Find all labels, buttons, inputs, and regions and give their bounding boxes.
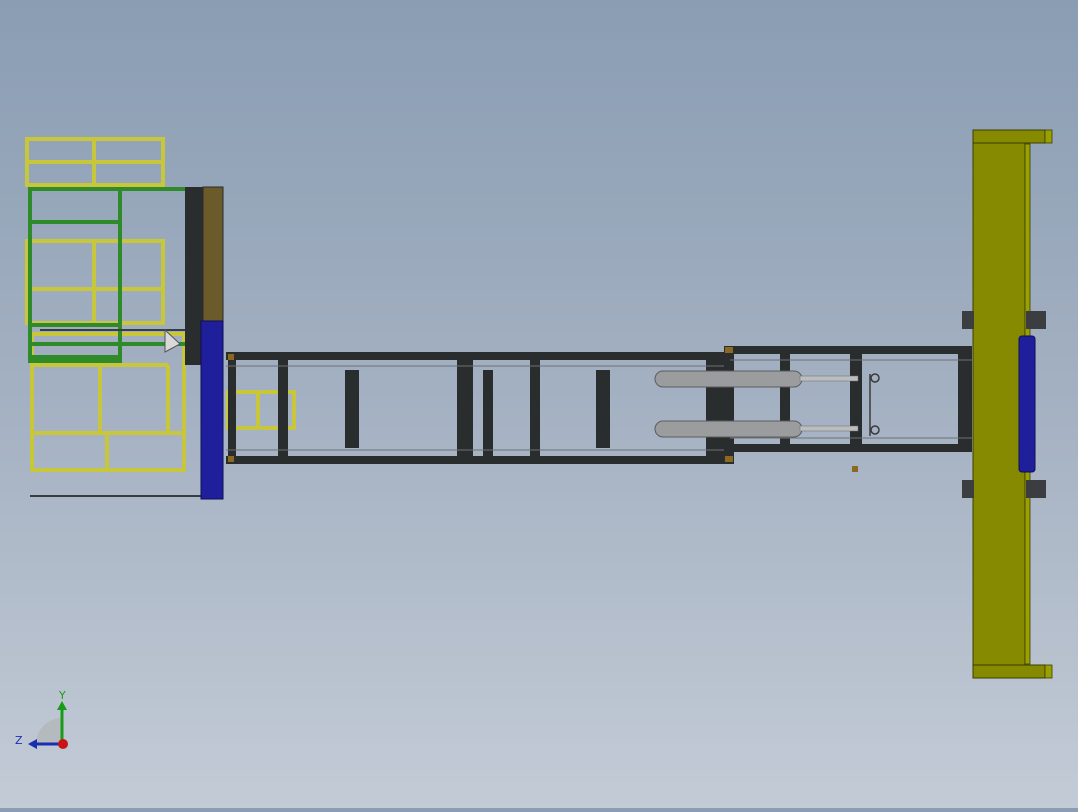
boom-section-1-inner-rails <box>226 365 726 451</box>
olive-cross-beam <box>972 129 1053 679</box>
y-axis-arrowhead <box>57 701 67 710</box>
blue-end-plate <box>1018 335 1036 473</box>
z-axis-arrowhead <box>28 739 37 749</box>
dark-head-plate <box>185 187 203 365</box>
blue-head-plate <box>200 320 224 500</box>
cad-viewport[interactable]: Y Z <box>0 0 1078 808</box>
y-axis-label: Y <box>58 689 66 702</box>
boom-section-2 <box>724 346 972 464</box>
hydraulic-cylinder-lower <box>654 420 880 438</box>
model-canvas: Y Z <box>15 129 1053 749</box>
boom-section-1 <box>226 352 726 464</box>
x-axis-dot <box>58 739 68 749</box>
coordinate-triad: Y Z <box>15 689 68 749</box>
z-axis-label: Z <box>15 734 23 747</box>
brown-head-plate <box>202 186 224 323</box>
triad-arc <box>36 718 62 744</box>
hydraulic-cylinder-upper <box>654 370 880 388</box>
